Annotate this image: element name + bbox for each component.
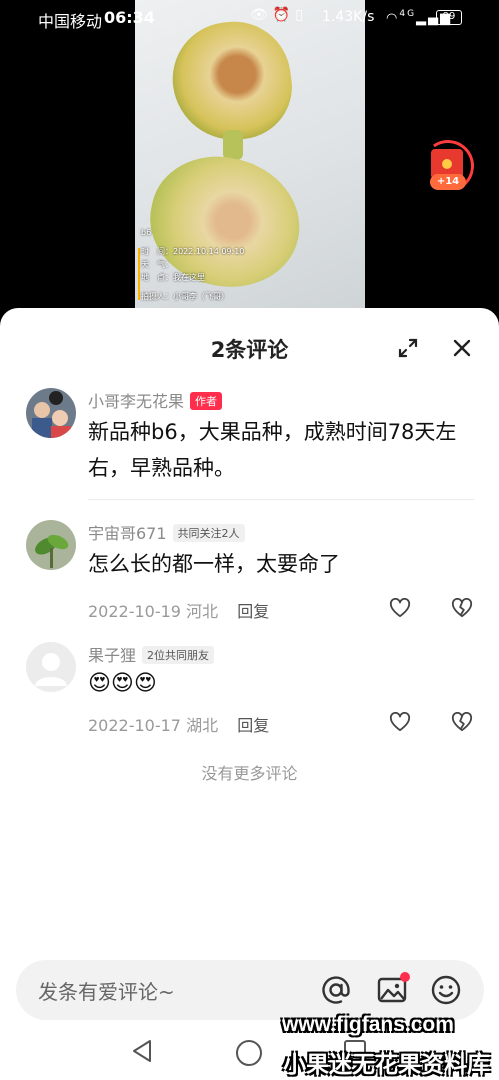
nav-home-icon[interactable]: [236, 1040, 262, 1066]
comment-author-name[interactable]: 宇宙哥671 共同关注2人: [88, 520, 245, 544]
reply-button[interactable]: 回复: [237, 716, 269, 735]
photo-label: b6: [141, 228, 152, 237]
vibrate-icon: ▯: [295, 7, 308, 23]
at-icon[interactable]: [320, 974, 352, 1006]
photo-location: 地 点：我在这里: [141, 273, 205, 282]
comment-input-placeholder[interactable]: 发条有爱评论~: [38, 976, 175, 1005]
broken-heart-icon[interactable]: [451, 712, 473, 732]
comment-input-bar[interactable]: 发条有爱评论~: [16, 960, 484, 1020]
author-name[interactable]: 宇宙哥671: [88, 524, 167, 543]
eye-icon: 👁: [250, 7, 273, 23]
comment-sheet: 2条评论 小哥李无花果 作者 新品种b6，大果品种，成熟时间78天左右，早熟品种。: [0, 308, 499, 1080]
comment-author-name[interactable]: 果子狸 2位共同朋友: [88, 642, 215, 666]
alarm-icon: ⏰: [272, 7, 296, 23]
clock: 06:34: [104, 8, 155, 27]
fig-stem: [223, 130, 243, 160]
close-icon[interactable]: [450, 336, 474, 360]
comment-region: 河北: [186, 602, 219, 621]
avatar-photo: [26, 388, 76, 438]
network-type: 4G: [399, 9, 417, 19]
watermark-site: www.figfans.com: [282, 1013, 454, 1036]
carrier-label: 中国移动: [38, 12, 103, 31]
avatar[interactable]: [26, 642, 76, 692]
author-badge: 作者: [190, 392, 223, 410]
network-speed: 1.43K/s: [322, 9, 375, 25]
heart-icon[interactable]: [389, 712, 411, 732]
photo-label-bar: [138, 248, 140, 300]
fig-photo: b6 时 间：2022.10.14 09:10 天 气： 地 点：我在这里 拍摄…: [135, 0, 365, 310]
comment-text: 新品种b6，大果品种，成熟时间78天左右，早熟品种。: [88, 420, 457, 480]
author-name[interactable]: 小哥李无花果: [88, 392, 184, 411]
heart-icon[interactable]: [389, 598, 411, 618]
comment-date: 2022-10-19: [88, 602, 181, 621]
nav-back-icon[interactable]: [130, 1038, 154, 1064]
comment-meta: 2022-10-17 湖北 回复: [88, 712, 269, 736]
no-more-comments: 没有更多评论: [201, 764, 298, 783]
photo-time: 时 间：2022.10.14 09:10: [141, 247, 245, 256]
author-name[interactable]: 果子狸: [88, 646, 136, 665]
photo-author: 拍摄人：小哥李（飞哥）: [141, 292, 229, 301]
comment-region: 湖北: [186, 716, 219, 735]
red-packet-widget[interactable]: +14: [417, 135, 479, 197]
mutual-friends-badge: 2位共同朋友: [142, 646, 215, 664]
reward-count: +14: [430, 174, 466, 190]
default-avatar-icon: [26, 642, 76, 692]
mutual-follow-badge: 共同关注2人: [172, 524, 245, 542]
comment-text: 怎么长的都一样，太要命了: [88, 552, 340, 576]
comment-date: 2022-10-17: [88, 716, 181, 735]
broken-heart-icon[interactable]: [451, 598, 473, 618]
avatar[interactable]: [26, 520, 76, 570]
wifi-icon: ◠: [386, 11, 400, 26]
status-icons: 👁⏰▯: [250, 7, 308, 23]
sheet-title: 2条评论: [210, 338, 289, 362]
watermark-name: 小果迷无花果资料库: [283, 1052, 490, 1078]
comment-emoji-text: 😍😍😍: [88, 671, 157, 696]
expand-icon[interactable]: [396, 336, 420, 360]
divider: [88, 499, 474, 500]
comment-meta: 2022-10-19 河北 回复: [88, 598, 269, 622]
emoji-icon[interactable]: [430, 974, 462, 1006]
avatar[interactable]: [26, 388, 76, 438]
battery-icon: 99: [436, 10, 462, 25]
photo-weather: 天 气：: [141, 260, 173, 269]
fig-half-top: [165, 14, 299, 148]
status-bar: 中国移动 06:34 👁⏰▯ 1.43K/s ◠4G▂▄▆ 99: [0, 0, 499, 34]
reply-button[interactable]: 回复: [237, 602, 269, 621]
avatar-photo: [26, 520, 76, 570]
comment-author-name[interactable]: 小哥李无花果 作者: [88, 388, 223, 412]
notification-dot: [400, 972, 410, 982]
